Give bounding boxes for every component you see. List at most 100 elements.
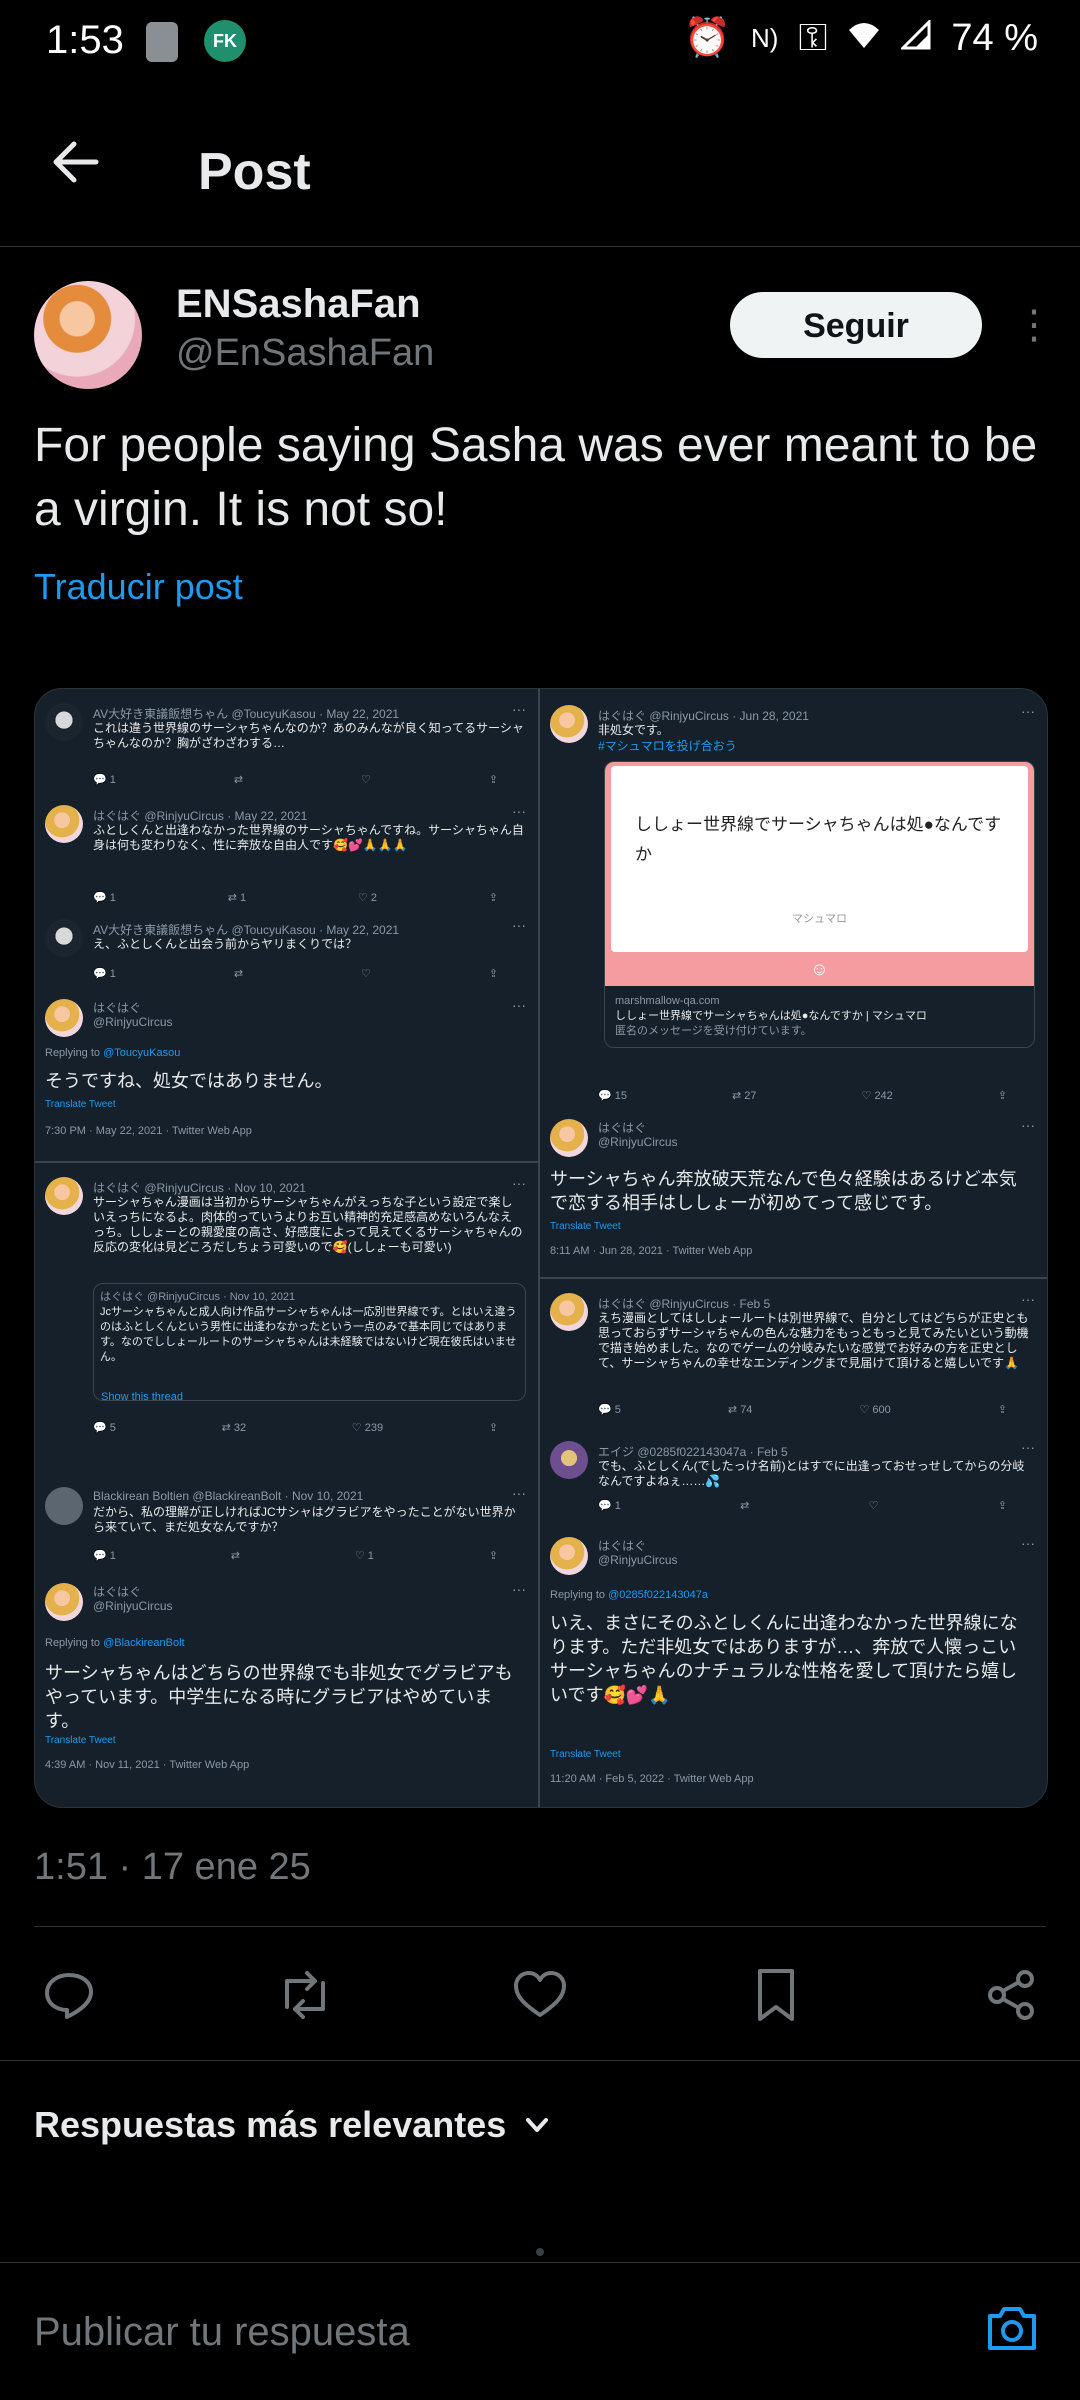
repost-icon: ⇄ bbox=[740, 1500, 750, 1512]
author-name[interactable]: ENSashaFan bbox=[176, 282, 421, 327]
card-image: ししょー世界線でサーシャちゃんは処●なんですか マシュマロ ☺ bbox=[605, 762, 1034, 986]
quote-body: Jcサーシャちゃんと成人向け作品サーシャちゃんは一応別世界線です。とはいえ違うの… bbox=[100, 1306, 517, 1363]
embedded-tweet: はぐはぐ @RinjyuCircus · Feb 5 ··· えち漫画としてはし… bbox=[540, 1289, 1047, 1425]
battery-level: 74 % bbox=[951, 16, 1038, 59]
alarm-icon: ⏰ bbox=[683, 17, 732, 59]
translate-tweet: Translate Tweet bbox=[550, 1221, 621, 1232]
avatar bbox=[550, 1119, 588, 1157]
tweet-meta: はぐはぐ bbox=[93, 1001, 142, 1015]
tweet-timestamp: 4:39 AM · Nov 11, 2021 · Twitter Web App bbox=[45, 1759, 250, 1771]
more-icon: ··· bbox=[512, 1485, 526, 1501]
avatar bbox=[45, 919, 83, 957]
reply-to: Replying to @0285f022143047a bbox=[550, 1589, 708, 1601]
more-icon: ··· bbox=[1021, 1439, 1035, 1455]
embedded-tweet: はぐはぐ @RinjyuCircus · Jun 28, 2021 ··· 非処… bbox=[540, 701, 1047, 1102]
more-icon: ··· bbox=[512, 1581, 526, 1597]
app-badge-icon: FK bbox=[204, 20, 246, 62]
tweet-body: えち漫画としてはししょールートは別世界線で、自分としてはどちらが正史とも思ってお… bbox=[598, 1311, 1029, 1370]
page-title: Post bbox=[198, 143, 311, 201]
tweet-meta: AV大好き東議飯想ちゃん @ToucyuKasou · May 22, 2021 bbox=[93, 707, 400, 721]
divider bbox=[34, 1926, 1046, 1927]
embedded-tweet: Blackirean Boltien @BlackireanBolt · Nov… bbox=[35, 1483, 538, 1573]
tweet-body: ふとしくんと出逢わなかった世界線のサーシャちゃんですね。サーシャちゃん自身は何も… bbox=[93, 823, 524, 852]
more-icon: ··· bbox=[1021, 1535, 1035, 1551]
share-icon: ⇪ bbox=[488, 968, 498, 980]
translate-post-link[interactable]: Traducir post bbox=[34, 566, 243, 608]
tweet-actions: 💬 1 ⇄ ♡ 1 ⇪ bbox=[93, 1549, 498, 1562]
like-count: ♡ 242 bbox=[861, 1090, 893, 1102]
embedded-tweet: はぐはぐ @RinjyuCircus ··· Replying to @Touc… bbox=[35, 995, 538, 1155]
like-icon[interactable] bbox=[505, 1960, 575, 2030]
embedded-tweet: はぐはぐ @RinjyuCircus ··· サーシャちゃん奔放破天荒なんで色々… bbox=[540, 1115, 1047, 1275]
card-domain: marshmallow-qa.com bbox=[615, 995, 720, 1007]
tweet-timestamp: 8:11 AM · Jun 28, 2021 · Twitter Web App bbox=[550, 1245, 753, 1257]
tweet-meta: はぐはぐ bbox=[598, 1121, 647, 1135]
post-timestamp: 1:51 · 17 ene 25 bbox=[34, 1846, 311, 1888]
tweet-actions: 💬 1 ⇄ ♡ ⇪ bbox=[93, 967, 498, 980]
more-icon: ··· bbox=[512, 997, 526, 1013]
embedded-tweet: AV大好き東議飯想ちゃん @ToucyuKasou · May 22, 2021… bbox=[35, 699, 538, 786]
repost-icon[interactable] bbox=[270, 1960, 340, 2030]
post-media-image[interactable]: AV大好き東議飯想ちゃん @ToucyuKasou · May 22, 2021… bbox=[34, 688, 1048, 1808]
avatar[interactable] bbox=[34, 281, 142, 389]
embedded-tweet: はぐはぐ @RinjyuCircus · Nov 10, 2021 ··· サー… bbox=[35, 1173, 538, 1473]
share-icon: ⇪ bbox=[488, 892, 498, 904]
arrow-left-icon[interactable] bbox=[50, 136, 102, 188]
follow-button[interactable]: Seguir bbox=[730, 292, 982, 358]
more-icon: ··· bbox=[512, 917, 526, 933]
card-title: ししょー世界線でサーシャちゃんは処●なんですか | マシュマロ bbox=[615, 1010, 927, 1022]
avatar bbox=[45, 805, 83, 843]
translate-tweet: Translate Tweet bbox=[45, 1735, 116, 1746]
embedded-tweet: はぐはぐ @RinjyuCircus · May 22, 2021 ··· ふと… bbox=[35, 801, 538, 904]
nfc-icon: N) bbox=[751, 22, 779, 53]
like-count: ♡ 600 bbox=[859, 1404, 891, 1416]
translate-tweet: Translate Tweet bbox=[550, 1749, 621, 1760]
tweet-actions: 💬 1 ⇄ ♡ ⇪ bbox=[598, 1499, 1007, 1512]
show-thread-link: Show this thread bbox=[101, 1391, 183, 1403]
status-bar: 1:53 FK ⏰ N) ⚿ 74 % bbox=[0, 0, 1080, 84]
tweet-body: だから、私の理解が正しければJCサシャはグラビアをやったことがない世界から来てい… bbox=[93, 1505, 516, 1534]
reply-input[interactable]: Publicar tu respuesta bbox=[34, 2310, 410, 2355]
card-description: 匿名のメッセージを受け付けています。 bbox=[615, 1025, 812, 1037]
media-right-column: はぐはぐ @RinjyuCircus · Jun 28, 2021 ··· 非処… bbox=[540, 689, 1047, 1807]
like-icon: ♡ bbox=[360, 774, 371, 786]
tweet-handle: @RinjyuCircus bbox=[93, 1599, 173, 1613]
tweet-body: これは違う世界線のサーシャちゃんなのか？あのみんなが良く知ってるサーシャちゃんな… bbox=[93, 721, 524, 750]
thread-block: AV大好き東議飯想ちゃん @ToucyuKasou · May 22, 2021… bbox=[35, 689, 538, 1163]
tweet-body: え、ふとしくんと出会う前からヤリまくりでは？ bbox=[93, 937, 358, 951]
repost-icon: ⇄ bbox=[233, 968, 244, 980]
app-notification-icon bbox=[146, 22, 178, 62]
tweet-meta: はぐはぐ @RinjyuCircus · Jun 28, 2021 bbox=[598, 709, 809, 723]
share-icon: ⇪ bbox=[488, 1550, 498, 1562]
reply-icon[interactable] bbox=[34, 1960, 104, 2030]
quoted-tweet: はぐはぐ @RinjyuCircus · Nov 10, 2021 Jcサーシャ… bbox=[93, 1283, 526, 1401]
reply-count: 💬 5 bbox=[93, 1422, 116, 1434]
thread-block: はぐはぐ @RinjyuCircus · Nov 10, 2021 ··· サー… bbox=[35, 1163, 538, 1807]
post-action-bar bbox=[34, 1950, 1046, 2040]
tweet-body: サーシャちゃん奔放破天荒なんで色々経験はあるけど本気で恋する相手はししょーが初め… bbox=[550, 1169, 1017, 1213]
tweet-actions: 💬 15 ⇄ 27 ♡ 242 ⇪ bbox=[598, 1089, 1007, 1102]
avatar bbox=[550, 1293, 588, 1331]
card-info: marshmallow-qa.com ししょー世界線でサーシャちゃんは処●なんで… bbox=[605, 986, 1034, 1047]
more-icon: ··· bbox=[1021, 1117, 1035, 1133]
replies-sort-dropdown[interactable]: Respuestas más relevantes bbox=[34, 2104, 552, 2146]
more-options-icon[interactable]: ⋮ bbox=[1014, 300, 1054, 350]
repost-count: ⇄ 74 bbox=[727, 1404, 753, 1416]
author-handle[interactable]: @EnSashaFan bbox=[176, 332, 434, 375]
post-text: For people saying Sasha was ever meant t… bbox=[34, 419, 1038, 536]
tweet-meta: はぐはぐ bbox=[93, 1585, 142, 1599]
share-icon: ⇪ bbox=[488, 1422, 498, 1434]
status-time: 1:53 bbox=[46, 18, 124, 62]
share-icon[interactable] bbox=[976, 1960, 1046, 2030]
avatar bbox=[45, 1177, 83, 1215]
like-icon: ♡ bbox=[360, 968, 371, 980]
avatar bbox=[45, 999, 83, 1037]
embedded-tweet: はぐはぐ @RinjyuCircus ··· Replying to @Blac… bbox=[35, 1579, 538, 1799]
avatar bbox=[45, 1583, 83, 1621]
divider bbox=[0, 2060, 1080, 2061]
bookmark-icon[interactable] bbox=[741, 1960, 811, 2030]
tweet-meta: はぐはぐ bbox=[598, 1539, 647, 1553]
reply-count: 💬 1 bbox=[93, 774, 116, 786]
camera-icon[interactable] bbox=[984, 2300, 1040, 2356]
reply-to: Replying to @BlackireanBolt bbox=[45, 1637, 185, 1649]
